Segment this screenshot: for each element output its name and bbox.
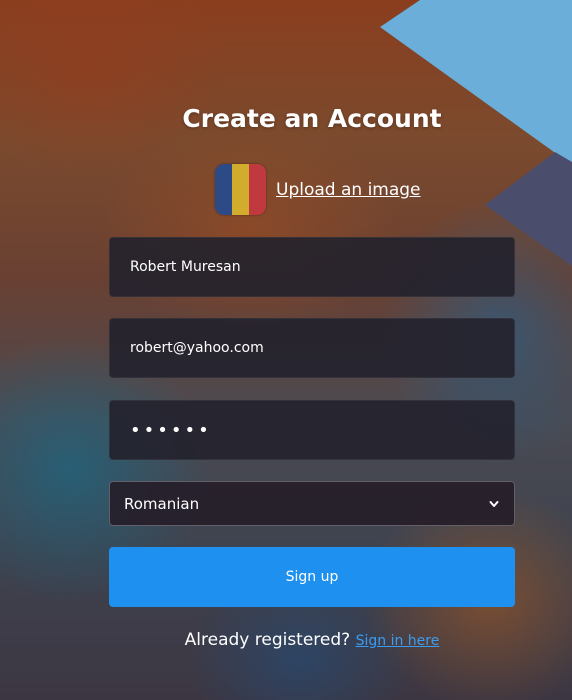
language-select-value: Romanian <box>124 494 200 513</box>
signin-prompt: Already registered? Sign in here <box>0 630 572 650</box>
name-field[interactable] <box>109 237 515 297</box>
page-title: Create an Account <box>182 104 442 133</box>
signin-link[interactable]: Sign in here <box>356 633 440 649</box>
password-field[interactable] <box>109 400 515 460</box>
upload-image-link[interactable]: Upload an image <box>276 180 421 200</box>
email-field[interactable] <box>109 318 515 378</box>
already-registered-text: Already registered? <box>184 630 351 650</box>
flag-stripe-blue <box>215 164 232 215</box>
flag-stripe-yellow <box>232 164 249 215</box>
signup-button[interactable]: Sign up <box>109 547 515 607</box>
language-select[interactable]: Romanian <box>109 481 515 526</box>
avatar-flag-image <box>215 164 266 215</box>
chevron-down-icon <box>489 500 499 507</box>
flag-stripe-red <box>249 164 266 215</box>
signup-form: Create an Account Upload an image Romani… <box>0 0 572 700</box>
